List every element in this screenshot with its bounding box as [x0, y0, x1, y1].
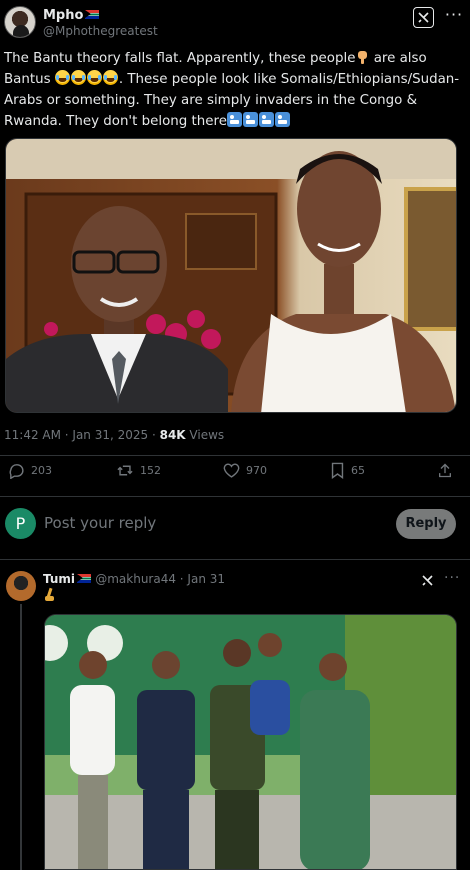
reply-composer: P Post your reply Reply	[0, 502, 470, 550]
repost-icon	[117, 465, 133, 476]
share-action[interactable]	[437, 462, 453, 479]
post-actions: 203 152 970 65	[0, 462, 470, 488]
pointing-down-emoji-icon	[355, 49, 369, 64]
laughing-emoji-icon	[102, 70, 118, 85]
author-avatar[interactable]	[4, 6, 36, 38]
views-count: 84K	[159, 428, 186, 442]
bookmark-action[interactable]: 65	[330, 462, 365, 479]
author-name[interactable]: Mpho	[43, 8, 83, 23]
reply-input[interactable]: Post your reply	[44, 514, 156, 532]
bookmark-count: 65	[351, 464, 365, 477]
reply-author-name[interactable]: Tumi	[43, 572, 75, 586]
laughing-emoji-icon	[70, 70, 86, 85]
views-label: Views	[185, 428, 225, 442]
reply-icon	[9, 464, 24, 479]
author-name-row[interactable]: Mpho	[43, 8, 100, 23]
reply-photo[interactable]	[44, 614, 457, 870]
post-header: Mpho @Mphothegreatest ···	[0, 0, 470, 44]
divider	[0, 496, 470, 497]
reply-author-handle[interactable]: @makhura44	[95, 572, 176, 586]
laughing-emoji-icon	[54, 70, 70, 85]
like-action[interactable]: 970	[223, 462, 267, 479]
giraffe-emoji-icon	[44, 588, 56, 602]
like-count: 970	[246, 464, 267, 477]
reply-date[interactable]: · Jan 31	[176, 572, 225, 586]
baby-emoji-icon	[226, 112, 242, 127]
reply-count: 203	[31, 464, 52, 477]
reply-action[interactable]: 203	[8, 462, 52, 479]
grok-icon[interactable]	[421, 572, 434, 591]
reply-button[interactable]: Reply	[396, 509, 456, 539]
share-icon	[439, 463, 451, 478]
divider	[0, 455, 470, 456]
laughing-emoji-icon	[86, 70, 102, 85]
author-handle[interactable]: @Mphothegreatest	[43, 24, 158, 38]
heart-icon	[223, 463, 240, 478]
reply-author-avatar[interactable]	[6, 571, 36, 601]
thread-line	[20, 604, 22, 870]
baby-emoji-icon	[258, 112, 274, 127]
reply-text	[44, 588, 56, 606]
south-africa-flag-icon	[85, 10, 100, 19]
reply-author-row: Tumi @makhura44 · Jan 31	[43, 572, 225, 586]
post-text-part1: The Bantu theory falls flat. Apparently,…	[4, 51, 356, 66]
current-user-avatar[interactable]: P	[5, 508, 36, 539]
south-africa-flag-icon	[77, 574, 92, 583]
post-timestamp[interactable]: 11:42 AM · Jan 31, 2025 ·	[4, 428, 160, 442]
post-photo[interactable]	[5, 138, 457, 413]
more-icon[interactable]: ···	[444, 6, 464, 26]
baby-emoji-icon	[274, 112, 290, 127]
repost-count: 152	[140, 464, 161, 477]
grok-icon[interactable]	[413, 7, 434, 28]
bookmark-icon	[331, 462, 344, 479]
post-timestamp-row: 11:42 AM · Jan 31, 2025 · 84K Views	[4, 428, 224, 442]
post-text: The Bantu theory falls flat. Apparently,…	[4, 48, 466, 132]
more-icon[interactable]: ···	[444, 570, 460, 586]
divider	[0, 559, 470, 560]
repost-action[interactable]: 152	[116, 462, 161, 479]
baby-emoji-icon	[242, 112, 258, 127]
